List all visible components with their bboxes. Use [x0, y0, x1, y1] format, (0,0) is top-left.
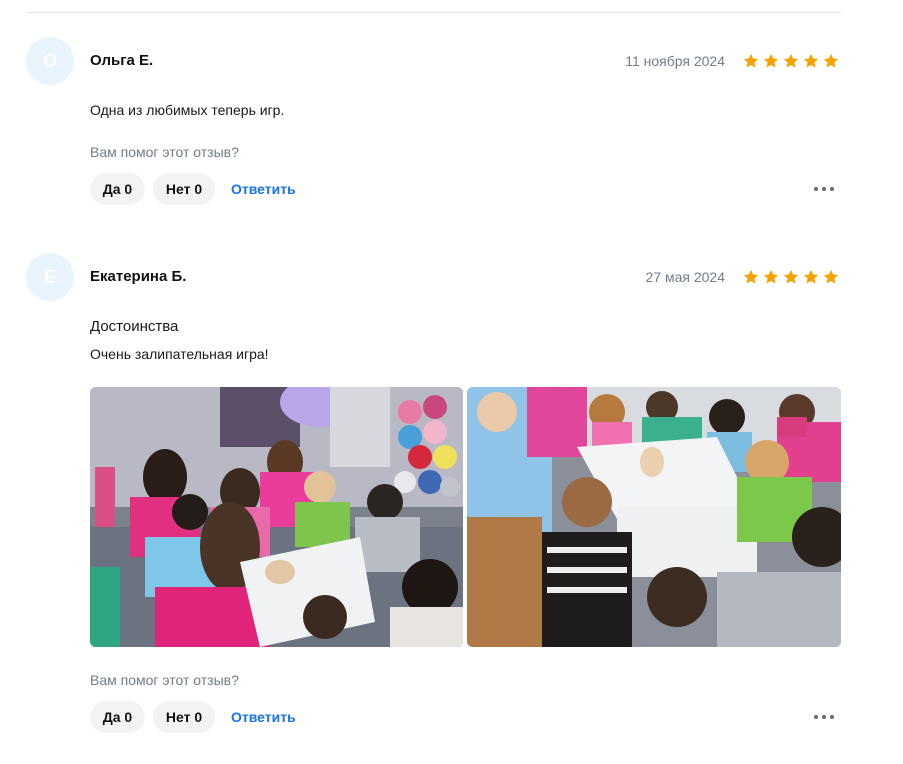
helpful-question: Вам помог этот отзыв? [90, 672, 239, 688]
helpful-yes-button[interactable]: Да 0 [90, 701, 145, 733]
star-icon [782, 268, 800, 286]
star-icon [822, 52, 840, 70]
star-icon [742, 268, 760, 286]
review-photo-1[interactable] [90, 387, 463, 647]
review-date: 27 мая 2024 [645, 269, 726, 285]
review-text: Одна из любимых теперь игр. [90, 102, 285, 118]
star-icon [762, 52, 780, 70]
rating-stars [742, 268, 840, 286]
review-section-title: Достоинства [90, 318, 179, 335]
reply-link[interactable]: Ответить [231, 181, 296, 197]
helpful-no-button[interactable]: Нет 0 [153, 173, 215, 205]
star-icon [802, 268, 820, 286]
star-icon [822, 268, 840, 286]
helpful-no-button[interactable]: Нет 0 [153, 701, 215, 733]
review-author: Екатерина Б. [90, 268, 187, 285]
reply-link[interactable]: Ответить [231, 709, 296, 725]
top-divider [26, 12, 841, 13]
star-icon [762, 268, 780, 286]
more-dots-icon[interactable] [814, 713, 836, 721]
review-date: 11 ноября 2024 [625, 53, 725, 69]
star-icon [782, 52, 800, 70]
review-text: Очень залипательная игра! [90, 346, 269, 362]
avatar: Е [26, 253, 74, 301]
review-photo-2[interactable] [467, 387, 841, 647]
helpful-yes-button[interactable]: Да 0 [90, 173, 145, 205]
star-icon [742, 52, 760, 70]
rating-stars [742, 52, 840, 70]
more-dots-icon[interactable] [814, 185, 836, 193]
avatar: О [26, 37, 74, 85]
helpful-question: Вам помог этот отзыв? [90, 144, 239, 160]
star-icon [802, 52, 820, 70]
review-author: Ольга Е. [90, 52, 154, 69]
